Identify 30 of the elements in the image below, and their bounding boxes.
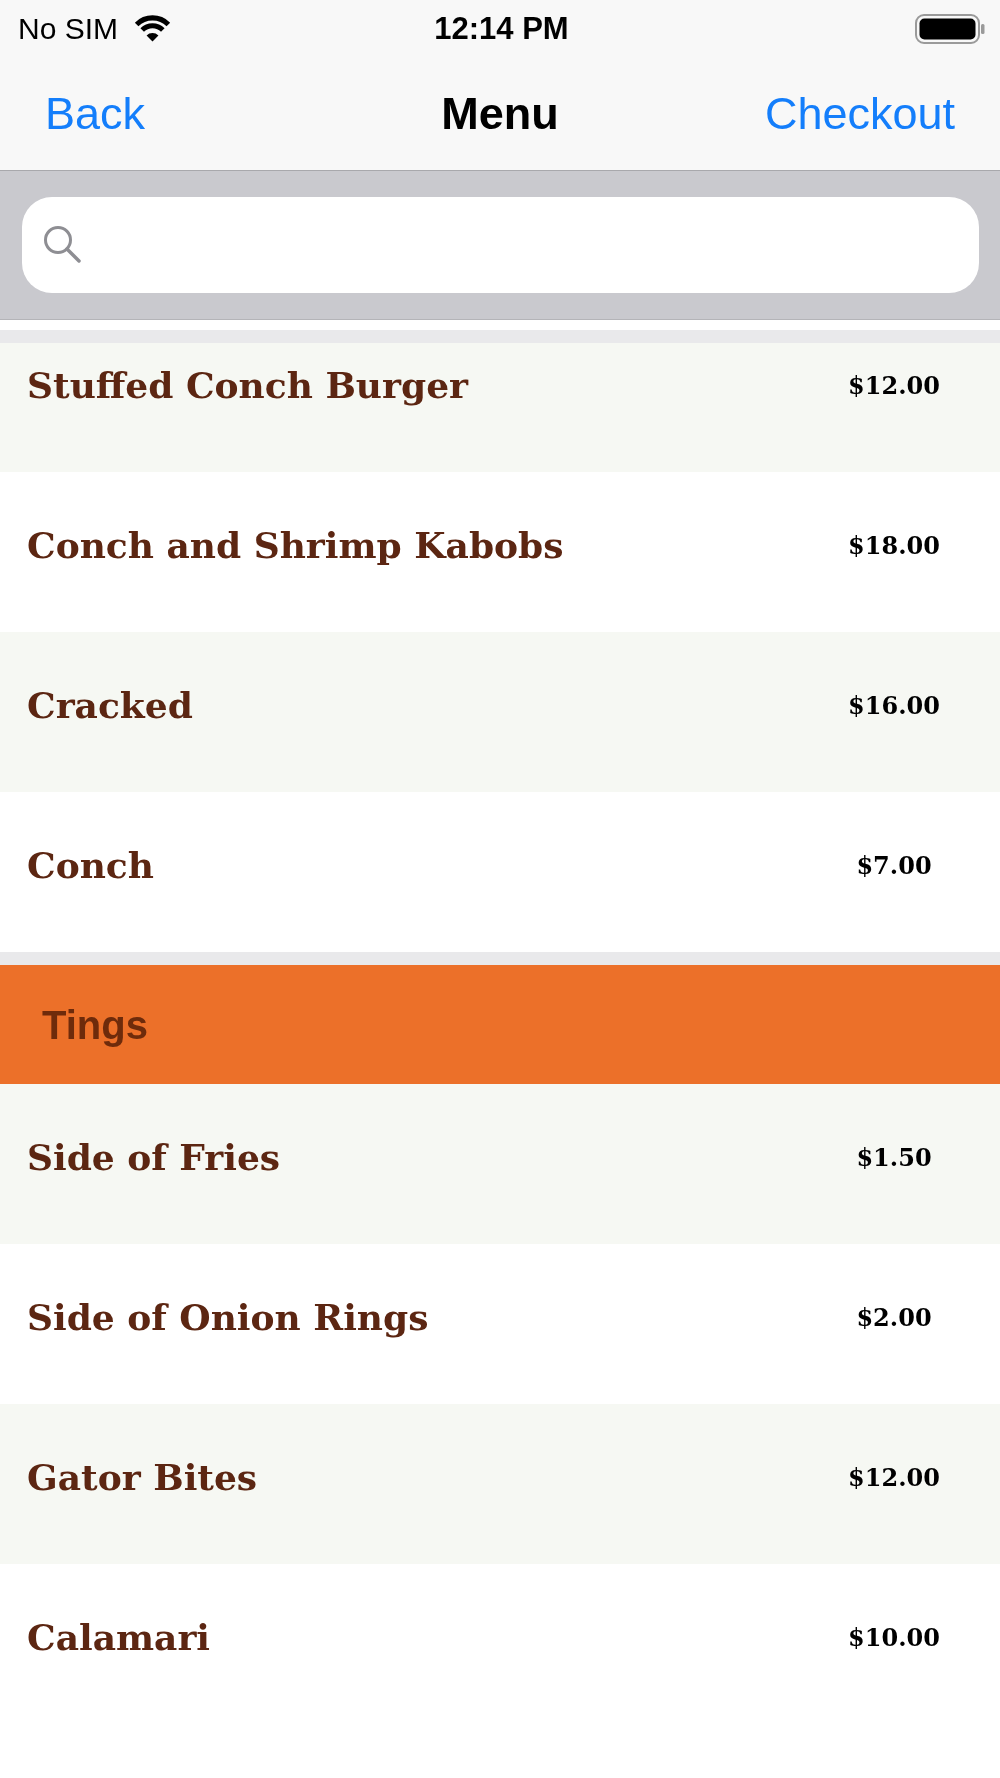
wifi-icon [134, 15, 172, 42]
item-price: $10.00 [847, 1623, 941, 1653]
item-name: Cracked [27, 685, 193, 727]
status-time: 12:14 PM [434, 13, 569, 44]
item-name: Conch [27, 845, 154, 887]
screen-title: Menu [441, 88, 559, 139]
back-button[interactable]: Back [45, 88, 146, 139]
item-price: $12.00 [847, 371, 941, 401]
item-name: Side of Onion Rings [27, 1297, 429, 1339]
item-name: Gator Bites [27, 1457, 258, 1499]
menu-item-row[interactable]: Gator Bites $12.00 [0, 1404, 1000, 1564]
carrier-label: No SIM [18, 13, 119, 44]
item-price: $18.00 [847, 531, 941, 561]
menu-item-row[interactable]: Stuffed Conch Burger $12.00 [0, 343, 1000, 472]
section-header: Tings [0, 965, 1000, 1084]
item-price: $1.50 [855, 1143, 933, 1173]
item-price: $16.00 [847, 691, 941, 721]
item-name: Conch and Shrimp Kabobs [27, 525, 564, 567]
battery-icon [915, 13, 985, 44]
item-price: $2.00 [855, 1303, 933, 1333]
checkout-button[interactable]: Checkout [764, 88, 955, 139]
item-price: $7.00 [855, 851, 933, 881]
menu-item-row[interactable]: Cracked $16.00 [0, 632, 1000, 792]
item-name: Stuffed Conch Burger [27, 365, 469, 407]
item-name: Side of Fries [27, 1137, 281, 1179]
menu-item-row[interactable]: Side of Fries $1.50 [0, 1084, 1000, 1244]
item-name: Calamari [27, 1617, 211, 1659]
search-field[interactable] [22, 197, 979, 293]
item-price: $12.00 [847, 1463, 941, 1493]
search-icon [43, 225, 81, 263]
